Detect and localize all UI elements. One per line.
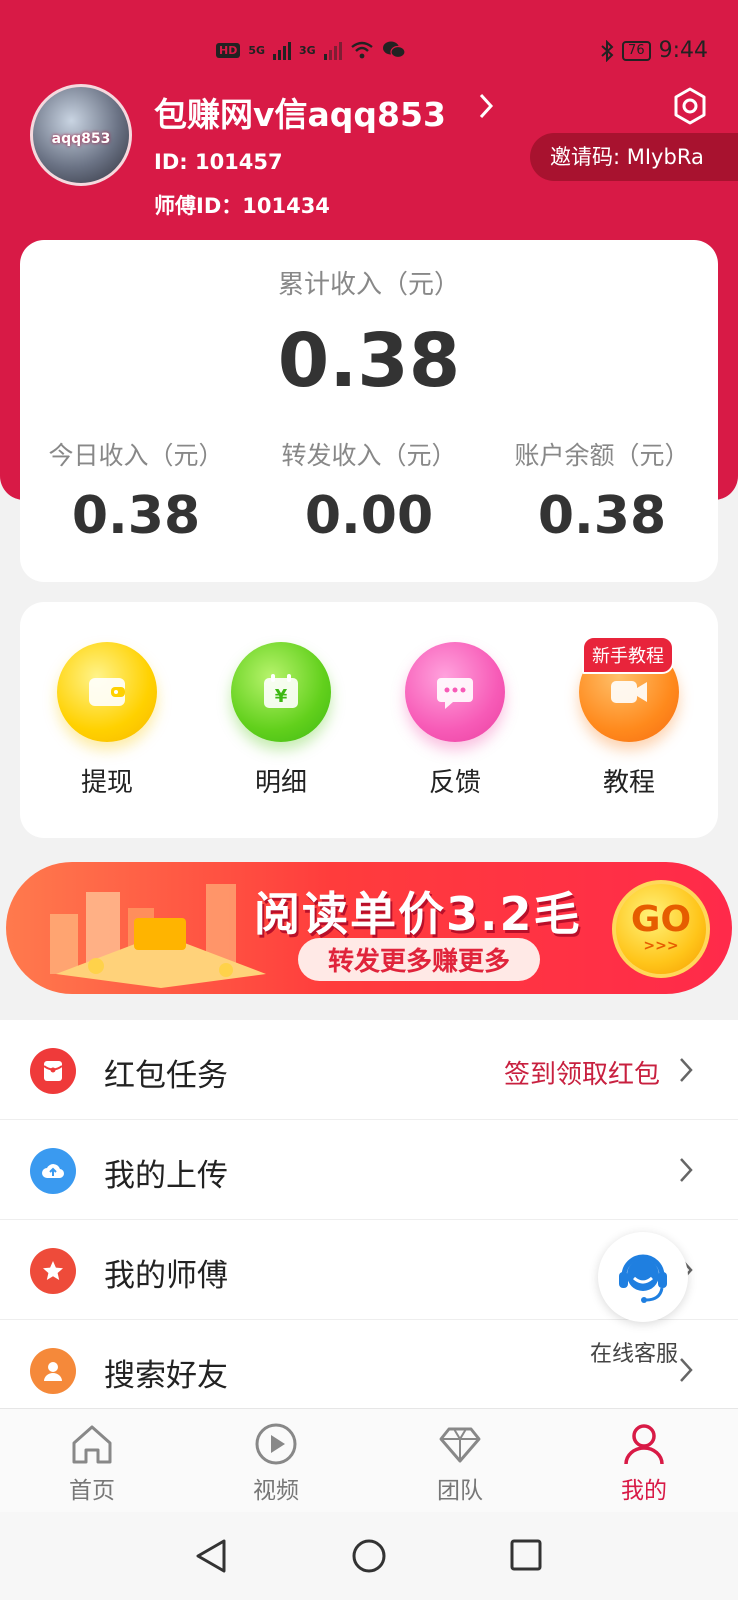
tab-label: 首页 bbox=[69, 1478, 115, 1504]
menu-item-search-friends[interactable]: 搜索好友 bbox=[0, 1320, 738, 1420]
tab-mine[interactable]: 我的 bbox=[552, 1421, 736, 1505]
total-income-value: 0.38 bbox=[277, 318, 461, 404]
chevron-right-icon bbox=[680, 1058, 693, 1082]
action-label: 反馈 bbox=[428, 768, 481, 798]
user-icon bbox=[624, 1424, 664, 1465]
tab-label: 视频 bbox=[253, 1478, 299, 1504]
promo-banner[interactable]: 阅读单价3.2毛 转发更多赚更多 GO >>> bbox=[6, 862, 732, 994]
quick-actions-card: 提现 ¥ 明细 反馈 教程 新手教程 bbox=[20, 602, 718, 838]
earnings-card: 累计收入（元） 0.38 今日收入（元） 0.38 转发收入（元） 0.00 账… bbox=[20, 240, 718, 582]
hd-icon: HD bbox=[216, 42, 241, 58]
menu-item-label: 搜索好友 bbox=[104, 1358, 228, 1394]
status-right-group: 76 9:44 bbox=[600, 38, 708, 63]
wechat-icon bbox=[382, 41, 406, 59]
play-icon bbox=[255, 1423, 297, 1465]
tab-home[interactable]: 首页 bbox=[0, 1421, 184, 1505]
menu-item-red-envelope-task[interactable]: 红包任务 签到领取红包 bbox=[0, 1020, 738, 1120]
menu-item-label: 我的师傅 bbox=[104, 1258, 228, 1294]
person-icon bbox=[30, 1348, 76, 1394]
action-label: 教程 bbox=[602, 768, 655, 798]
withdraw-button[interactable]: 提现 bbox=[20, 642, 194, 799]
chevron-right-icon[interactable] bbox=[478, 92, 494, 128]
red-envelope-icon bbox=[30, 1048, 76, 1094]
banner-title: 阅读单价3.2毛 bbox=[254, 887, 582, 941]
stat-value: 0.38 bbox=[71, 486, 201, 546]
stat-label: 今日收入（元） bbox=[48, 441, 224, 470]
system-navigation-bar bbox=[0, 1512, 738, 1600]
invite-code-badge[interactable]: 邀请码: MIybRa bbox=[530, 133, 738, 181]
wifi-icon bbox=[350, 41, 373, 59]
action-label: 提现 bbox=[80, 768, 133, 798]
master-id: 师傅ID：101434 bbox=[154, 194, 330, 218]
svg-text:¥: ¥ bbox=[275, 686, 288, 707]
status-network-group: HD 5G 3G bbox=[216, 40, 406, 60]
chat-bubble-icon bbox=[405, 642, 505, 742]
signal-icon-2 bbox=[323, 40, 342, 60]
action-label: 明细 bbox=[254, 768, 307, 798]
feedback-button[interactable]: 反馈 bbox=[368, 642, 542, 799]
tab-label: 团队 bbox=[437, 1478, 483, 1504]
balance-stat: 账户余额（元） 0.38 bbox=[486, 436, 718, 546]
signal-icon bbox=[273, 40, 292, 60]
banner-illustration bbox=[50, 884, 266, 988]
chevron-right-icon bbox=[680, 1358, 693, 1382]
tab-team[interactable]: 团队 bbox=[368, 1421, 552, 1505]
stat-value: 0.38 bbox=[537, 486, 667, 546]
banner-go-button[interactable]: GO >>> bbox=[612, 880, 710, 978]
avatar[interactable]: aqq853 bbox=[30, 84, 132, 186]
back-icon[interactable] bbox=[194, 1538, 228, 1574]
menu-item-label: 红包任务 bbox=[104, 1058, 228, 1094]
tab-video[interactable]: 视频 bbox=[184, 1421, 368, 1505]
battery-icon: 76 bbox=[622, 40, 651, 61]
home-circle-icon[interactable] bbox=[351, 1538, 387, 1574]
customer-service-button[interactable] bbox=[598, 1232, 688, 1322]
clock: 9:44 bbox=[658, 38, 708, 63]
headset-icon bbox=[619, 1254, 667, 1303]
customer-service-label[interactable]: 在线客服 bbox=[590, 1336, 679, 1368]
share-income-stat: 转发收入（元） 0.00 bbox=[253, 436, 485, 546]
user-name[interactable]: 包赚网v信aqq853 bbox=[154, 88, 446, 136]
tutorial-new-badge: 新手教程 bbox=[582, 636, 674, 674]
network-3g-label: 3G bbox=[299, 43, 316, 57]
recents-icon[interactable] bbox=[509, 1538, 543, 1572]
tab-label: 我的 bbox=[621, 1478, 667, 1504]
today-income-stat: 今日收入（元） 0.38 bbox=[20, 436, 252, 546]
banner-subtitle: 转发更多赚更多 bbox=[298, 938, 541, 981]
user-id: ID: 101457 bbox=[154, 150, 283, 174]
stat-label: 转发收入（元） bbox=[281, 441, 457, 470]
wallet-icon bbox=[57, 642, 157, 742]
menu-item-label: 我的上传 bbox=[104, 1158, 228, 1194]
star-icon bbox=[30, 1248, 76, 1294]
network-5g-label: 5G bbox=[248, 43, 266, 57]
settings-button[interactable] bbox=[670, 86, 710, 126]
diamond-icon bbox=[439, 1427, 481, 1463]
details-button[interactable]: ¥ 明细 bbox=[194, 642, 368, 799]
total-income-label: 累计收入（元） bbox=[277, 270, 460, 300]
go-label: GO bbox=[630, 899, 692, 940]
bluetooth-icon bbox=[601, 39, 614, 62]
bottom-tab-bar: 首页 视频 团队 我的 bbox=[0, 1408, 738, 1512]
avatar-text: aqq853 bbox=[51, 131, 111, 147]
status-bar: HD 5G 3G 76 9:44 bbox=[0, 38, 738, 68]
menu-item-my-uploads[interactable]: 我的上传 bbox=[0, 1120, 738, 1220]
chevron-right-icon bbox=[680, 1158, 693, 1182]
gear-icon bbox=[674, 87, 706, 125]
calendar-yuan-icon: ¥ bbox=[231, 642, 331, 742]
checkin-reward-link[interactable]: 签到领取红包 bbox=[504, 1054, 660, 1091]
go-arrows: >>> bbox=[643, 938, 679, 954]
home-icon bbox=[72, 1425, 112, 1464]
stat-value: 0.00 bbox=[304, 486, 434, 546]
stat-label: 账户余额（元） bbox=[514, 441, 690, 470]
cloud-upload-icon bbox=[30, 1148, 76, 1194]
